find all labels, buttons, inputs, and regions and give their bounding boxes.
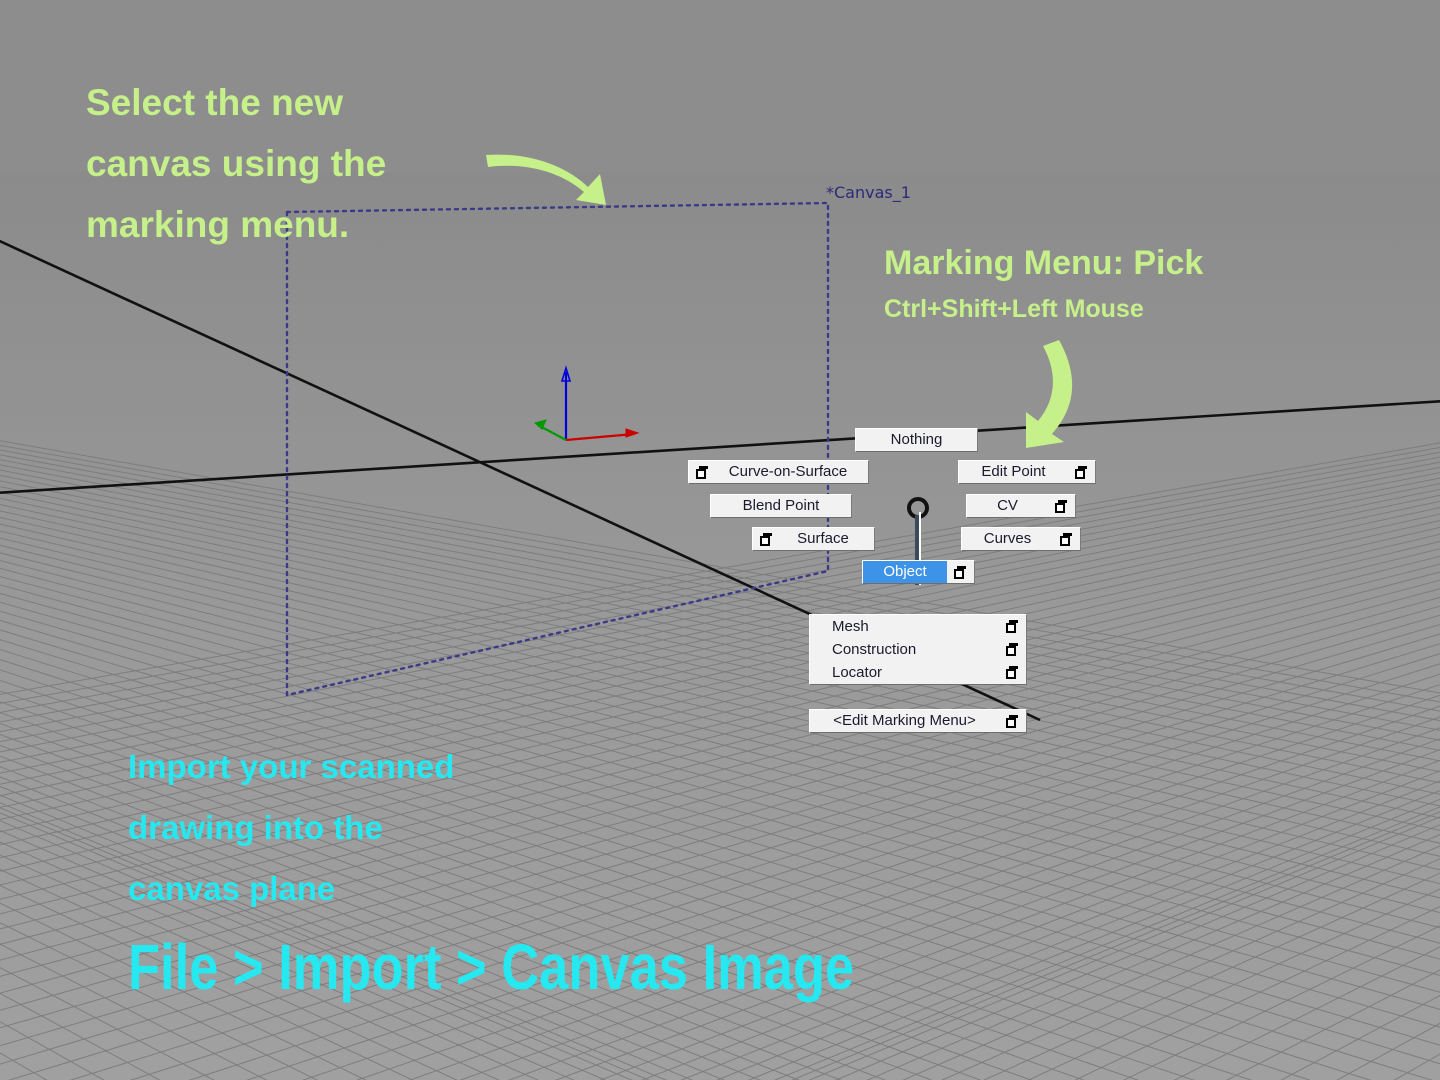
marking-menu-item-label: Curves [983,530,1032,547]
marking-menu-item-label: Construction [832,641,917,658]
option-box-icon[interactable] [1006,643,1019,656]
marking-menu-item-object[interactable]: Object [862,560,975,584]
annotation-marking-menu-title: Marking Menu: Pick [884,244,1204,282]
marking-menu-item-construction[interactable]: Construction [810,638,1026,661]
marking-menu-item-label: Mesh [832,618,869,635]
x-axis-arrow [625,428,640,438]
marking-menu-item-edit-point[interactable]: Edit Point [958,460,1096,484]
option-box-icon[interactable] [696,465,709,479]
marking-menu-item-label: Curve-on-Surface [728,463,848,480]
option-box-icon[interactable] [954,565,967,579]
slide-root: *Canvas_1 Nothing Curve-on-Surface Blend… [0,0,1440,1080]
marking-menu-item-curve-on-surface[interactable]: Curve-on-Surface [688,460,869,484]
marking-menu-item-label: Locator [832,664,883,681]
marking-menu-item-edit-marking-menu[interactable]: <Edit Marking Menu> [809,709,1027,733]
curved-arrow-down-right-icon [486,154,606,205]
option-box-icon[interactable] [1075,465,1088,479]
marking-menu-item-label: Blend Point [742,497,820,514]
marking-menu-item-curves[interactable]: Curves [961,527,1081,551]
canvas-plane-outline [285,201,830,697]
axis-tripod [533,365,640,442]
curved-arrow-down-left-icon [1026,340,1073,448]
marking-menu-item-label: Surface [797,530,849,547]
option-box-icon[interactable] [1055,499,1068,513]
annotation-import-note: Import your scanned drawing into the can… [128,748,455,907]
marking-menu-item-cv[interactable]: CV [966,494,1076,518]
marking-menu-item-label: Edit Point [981,463,1046,480]
marking-menu-item-surface[interactable]: Surface [752,527,875,551]
marking-menu-item-blend-point[interactable]: Blend Point [710,494,852,518]
annotation-select-canvas: Select the new canvas using the marking … [86,82,387,245]
annotation-marking-menu-shortcut: Ctrl+Shift+Left Mouse [884,295,1144,323]
annotation-file-menu-path: File > Import > Canvas Image [128,931,855,1003]
marking-menu-submenu-panel[interactable]: Mesh Construction Locator [809,614,1027,685]
option-box-icon[interactable] [760,532,773,546]
option-box-icon[interactable] [1006,714,1019,728]
marking-menu-item-mesh[interactable]: Mesh [810,615,1026,638]
canvas-plane-label: *Canvas_1 [826,183,911,202]
marking-menu-item-label: Object [863,561,947,583]
marking-menu-item-nothing[interactable]: Nothing [855,428,978,452]
option-box-icon[interactable] [1060,532,1073,546]
marking-menu-item-locator[interactable]: Locator [810,661,1026,684]
x-axis-line [565,432,635,442]
marking-menu-item-label: <Edit Marking Menu> [833,712,976,729]
option-box-icon[interactable] [1006,620,1019,633]
marking-menu-item-label: Nothing [890,431,943,448]
marking-menu-item-label: CV [997,497,1018,514]
option-box-icon[interactable] [1006,666,1019,679]
